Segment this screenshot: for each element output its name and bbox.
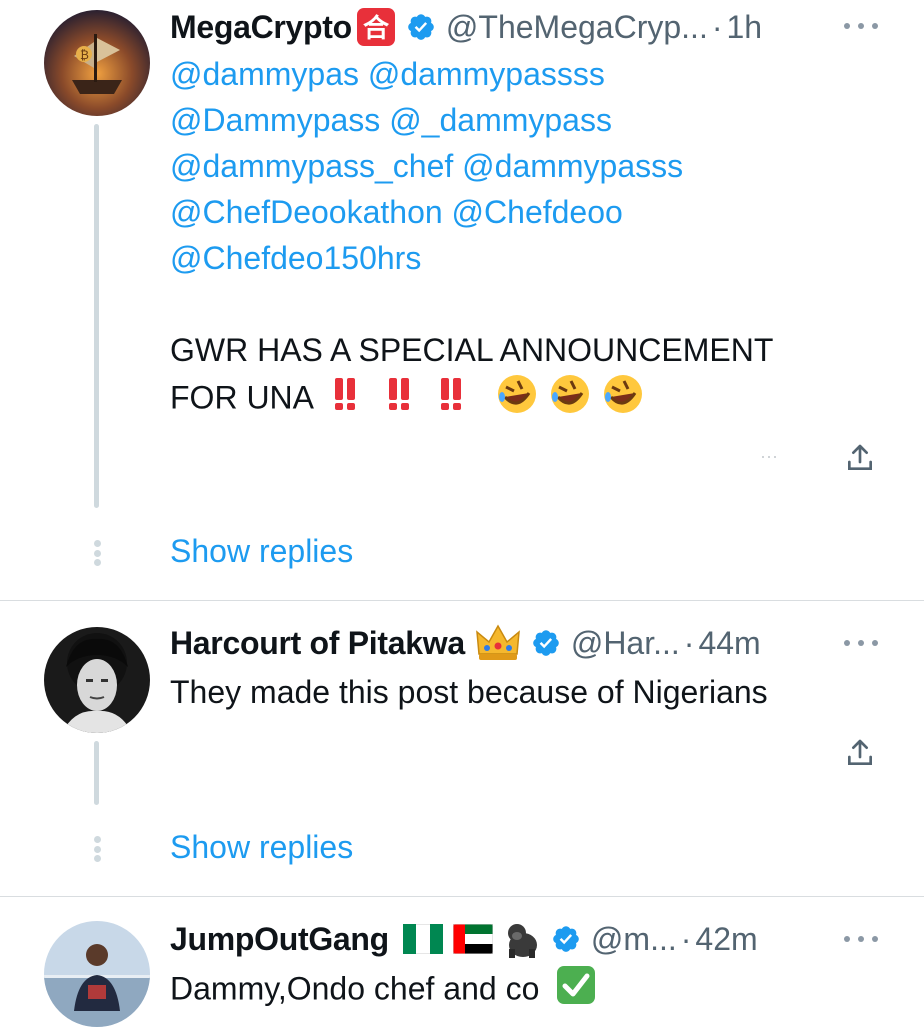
show-replies-link[interactable]: Show replies: [170, 829, 353, 866]
tweet-text-line: Dammy,Ondo chef and co: [170, 965, 884, 1017]
separator: ·: [683, 624, 695, 661]
tweet-body: Dammy,Ondo chef and co: [170, 965, 884, 1017]
thread-line: [94, 124, 99, 508]
tweet-text-line-2: FOR UNA: [170, 373, 884, 427]
handle[interactable]: @m...: [591, 921, 677, 958]
tweet-megacrypto[interactable]: ₿ MegaCrypto 合 @TheMegaCryp... · 1h @dam…: [0, 0, 924, 600]
thread-dots-icon: [92, 540, 102, 566]
timestamp[interactable]: 1h: [726, 9, 762, 46]
tweet-header: MegaCrypto 合 @TheMegaCryp... · 1h: [170, 3, 904, 51]
tweet-jumpoutgang[interactable]: JumpOutGang @m... · 42m Dammy,Ondo chef …: [0, 897, 924, 1027]
svg-text:₿: ₿: [80, 48, 89, 62]
share-icon[interactable]: [844, 442, 876, 474]
svg-text:合: 合: [363, 13, 390, 44]
uae-flag: [452, 924, 493, 954]
display-name[interactable]: Harcourt of Pitakwa: [170, 625, 465, 662]
gorilla-emoji: [501, 919, 541, 959]
verified-badge-icon: [406, 12, 436, 42]
avatar[interactable]: [44, 627, 150, 733]
badge-emoji-icon: 合: [356, 7, 396, 47]
thread-line: [94, 741, 99, 805]
thread-dots-icon: [92, 836, 102, 862]
faint-mark: ···: [760, 446, 778, 466]
tweet-text-fragment: FOR UNA: [170, 379, 313, 416]
mention-line[interactable]: @Dammypass @_dammypass: [170, 97, 884, 143]
display-name[interactable]: MegaCrypto: [170, 9, 352, 46]
more-options-icon[interactable]: [844, 21, 878, 31]
show-replies-link[interactable]: Show replies: [170, 533, 353, 570]
nigeria-flag: [402, 924, 443, 954]
timestamp[interactable]: 44m: [698, 625, 760, 662]
more-options-icon[interactable]: [844, 934, 878, 944]
tweet-header: Harcourt of Pitakwa @Har... · 44m: [170, 619, 904, 667]
verified-badge-icon: [531, 628, 561, 658]
mention-line[interactable]: @Chefdeo150hrs: [170, 235, 884, 281]
separator: ·: [680, 920, 692, 957]
double-exclamation-emoji: [329, 376, 479, 424]
more-options-icon[interactable]: [844, 638, 878, 648]
share-icon[interactable]: [844, 737, 876, 769]
timestamp[interactable]: 42m: [695, 921, 757, 958]
mention-line[interactable]: @dammypas @dammypassss: [170, 51, 884, 97]
avatar[interactable]: [44, 921, 150, 1027]
crown-emoji: [475, 624, 521, 662]
separator: ·: [711, 8, 723, 45]
mention-line[interactable]: @ChefDeookathon @Chefdeoo: [170, 189, 884, 235]
tweet-text: They made this post because of Nigerians: [170, 674, 768, 710]
rolling-laughing-emoji: [496, 373, 646, 427]
verified-badge-icon: [551, 924, 581, 954]
tweet-body: @dammypas @dammypassss @Dammypass @_damm…: [170, 51, 884, 427]
tweet-harcourt[interactable]: Harcourt of Pitakwa @Har... · 44m They m…: [0, 601, 924, 895]
handle[interactable]: @TheMegaCryp...: [446, 9, 708, 46]
tweet-header: JumpOutGang @m... · 42m: [170, 915, 904, 963]
tweet-text-line: GWR HAS A SPECIAL ANNOUNCEMENT: [170, 332, 774, 368]
handle[interactable]: @Har...: [571, 625, 680, 662]
avatar[interactable]: ₿: [44, 10, 150, 116]
tweet-text: Dammy,Ondo chef and co: [170, 970, 540, 1007]
tweet-body: They made this post because of Nigerians: [170, 669, 884, 715]
display-name[interactable]: JumpOutGang: [170, 921, 389, 958]
check-mark-emoji: [556, 965, 596, 1017]
mention-line[interactable]: @dammypass_chef @dammypasss: [170, 143, 884, 189]
